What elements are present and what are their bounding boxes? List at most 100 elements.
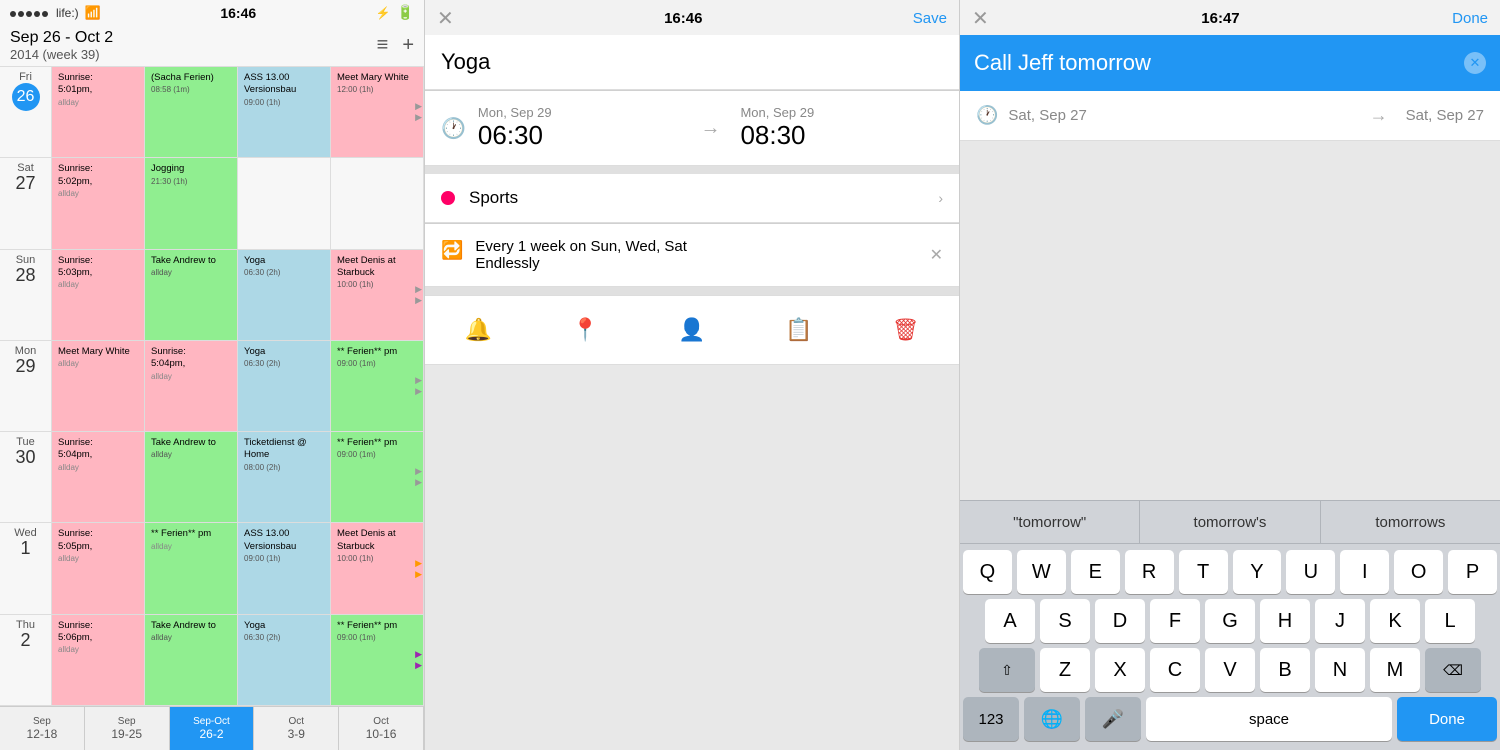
- cal-cell-tue-3[interactable]: Ticketdienst @ Home08:00 (2h): [238, 432, 331, 523]
- event-title-input[interactable]: [441, 49, 943, 75]
- autocomplete-option-2[interactable]: tomorrow's: [1140, 501, 1320, 543]
- key-A[interactable]: A: [985, 599, 1035, 643]
- cal-cell-wed-2[interactable]: ** Ferien** pmallday: [145, 523, 238, 614]
- event-datetime-row[interactable]: 🕐 Mon, Sep 29 06:30 → Mon, Sep 29 08:30: [425, 91, 959, 166]
- key-Z[interactable]: Z: [1040, 648, 1090, 692]
- key-G[interactable]: G: [1205, 599, 1255, 643]
- cal-cell-thu-2[interactable]: Take Andrew toallday: [145, 615, 238, 706]
- day-label-sun28[interactable]: Sun 28: [0, 250, 52, 341]
- reminder-done-button[interactable]: Done: [1452, 10, 1488, 27]
- autocomplete-option-1[interactable]: "tomorrow": [960, 501, 1140, 543]
- event-cancel-button[interactable]: ✕: [437, 6, 454, 31]
- key-C[interactable]: C: [1150, 648, 1200, 692]
- key-W[interactable]: W: [1017, 550, 1066, 594]
- cal-cell-tue-2[interactable]: Take Andrew toallday: [145, 432, 238, 523]
- key-Q[interactable]: Q: [963, 550, 1012, 594]
- cal-cell-fri-4[interactable]: Meet Mary White12:00 (1h) ▶▶: [331, 67, 424, 158]
- day-label-thu2[interactable]: Thu 2: [0, 615, 52, 706]
- cal-cell-sat-1[interactable]: Sunrise:5:02pm,allday: [52, 158, 145, 249]
- delete-button[interactable]: 🗑: [884, 308, 928, 352]
- key-N[interactable]: N: [1315, 648, 1365, 692]
- cal-cell-mon-1[interactable]: Meet Mary Whiteallday: [52, 341, 145, 432]
- key-H[interactable]: H: [1260, 599, 1310, 643]
- space-key[interactable]: space: [1146, 697, 1392, 741]
- key-B[interactable]: B: [1260, 648, 1310, 692]
- key-D[interactable]: D: [1095, 599, 1145, 643]
- key-P[interactable]: P: [1448, 550, 1497, 594]
- cal-cell-sat-2[interactable]: Jogging21:30 (1h): [145, 158, 238, 249]
- backspace-key[interactable]: ⌫: [1425, 648, 1481, 692]
- week-tab-1016[interactable]: Oct 10-16: [339, 707, 424, 750]
- week-tab-262[interactable]: Sep-Oct 26-2: [170, 707, 255, 750]
- week-tab-39[interactable]: Oct 3-9: [254, 707, 339, 750]
- key-T[interactable]: T: [1179, 550, 1228, 594]
- week-tab-1925[interactable]: Sep 19-25: [85, 707, 170, 750]
- cal-cell-sun-4[interactable]: Meet Denis at Starbuck10:00 (1h) ▶▶: [331, 250, 424, 341]
- key-X[interactable]: X: [1095, 648, 1145, 692]
- cal-cell-fri-1[interactable]: Sunrise:5:01pm,allday: [52, 67, 145, 158]
- week-tab-1218[interactable]: Sep 12-18: [0, 707, 85, 750]
- event-calendar-row[interactable]: Sports ›: [425, 174, 959, 223]
- cal-cell-fri-3[interactable]: ASS 13.00 Versionsbau09:00 (1h): [238, 67, 331, 158]
- cal-cell-sun-2[interactable]: Take Andrew toallday: [145, 250, 238, 341]
- event-save-button[interactable]: Save: [913, 10, 947, 27]
- key-S[interactable]: S: [1040, 599, 1090, 643]
- cal-cell-wed-1[interactable]: Sunrise:5:05pm,allday: [52, 523, 145, 614]
- add-event-icon[interactable]: +: [402, 34, 414, 57]
- event-sacha-fri: (Sacha Ferien)08:58 (1m): [148, 70, 234, 99]
- cal-cell-wed-3[interactable]: ASS 13.00 Versionsbau09:00 (1h): [238, 523, 331, 614]
- cal-cell-sat-3[interactable]: [238, 158, 331, 249]
- cal-cell-mon-2[interactable]: Sunrise:5:04pm,allday: [145, 341, 238, 432]
- reminder-cancel-button[interactable]: ✕: [972, 6, 989, 31]
- notes-button[interactable]: 📋: [777, 308, 821, 352]
- key-L[interactable]: L: [1425, 599, 1475, 643]
- event-repeat-row[interactable]: 🔁 Every 1 week on Sun, Wed, Sat Endlessl…: [425, 224, 959, 287]
- reminder-clear-button[interactable]: ✕: [1464, 52, 1486, 74]
- key-J[interactable]: J: [1315, 599, 1365, 643]
- autocomplete-option-3[interactable]: tomorrows: [1321, 501, 1500, 543]
- key-Y[interactable]: Y: [1233, 550, 1282, 594]
- cal-cell-fri-2[interactable]: (Sacha Ferien)08:58 (1m): [145, 67, 238, 158]
- key-E[interactable]: E: [1071, 550, 1120, 594]
- key-U[interactable]: U: [1286, 550, 1335, 594]
- calendar-title: Sep 26 - Oct 2 2014 (week 39): [10, 29, 377, 62]
- cal-cell-mon-3[interactable]: Yoga06:30 (2h): [238, 341, 331, 432]
- menu-icon[interactable]: ≡: [377, 34, 389, 57]
- reminder-text-input[interactable]: [974, 50, 1456, 76]
- mic-key[interactable]: 🎤: [1085, 697, 1141, 741]
- cal-cell-sun-3[interactable]: Yoga06:30 (2h): [238, 250, 331, 341]
- key-F[interactable]: F: [1150, 599, 1200, 643]
- alarm-button[interactable]: 🔔: [456, 308, 500, 352]
- location-button[interactable]: 📍: [563, 308, 607, 352]
- day-label-fri26[interactable]: Fri 26: [0, 67, 52, 158]
- key-O[interactable]: O: [1394, 550, 1443, 594]
- person-button[interactable]: 👤: [670, 308, 714, 352]
- day-label-wed1[interactable]: Wed 1: [0, 523, 52, 614]
- day-label-mon29[interactable]: Mon 29: [0, 341, 52, 432]
- done-key[interactable]: Done: [1397, 697, 1497, 741]
- shift-key[interactable]: ⇧: [979, 648, 1035, 692]
- key-V[interactable]: V: [1205, 648, 1255, 692]
- key-M[interactable]: M: [1370, 648, 1420, 692]
- cal-cell-thu-1[interactable]: Sunrise:5:06pm,allday: [52, 615, 145, 706]
- cal-cell-thu-3[interactable]: Yoga06:30 (2h): [238, 615, 331, 706]
- globe-key[interactable]: 🌐: [1024, 697, 1080, 741]
- day-label-sat27[interactable]: Sat 27: [0, 158, 52, 249]
- cal-cell-sun-1[interactable]: Sunrise:5:03pm,allday: [52, 250, 145, 341]
- event-toolbar: 🔔 📍 👤 📋 🗑: [425, 295, 959, 365]
- key-K[interactable]: K: [1370, 599, 1420, 643]
- number-key[interactable]: 123: [963, 697, 1019, 741]
- cal-cell-mon-4[interactable]: ** Ferien** pm09:00 (1m) ▶▶: [331, 341, 424, 432]
- cal-cell-sat-4[interactable]: [331, 158, 424, 249]
- key-I[interactable]: I: [1340, 550, 1389, 594]
- repeat-close-icon[interactable]: ✕: [930, 245, 943, 265]
- cal-cell-wed-4[interactable]: Meet Denis at Starbuck10:00 (1h) ▶▶: [331, 523, 424, 614]
- cal-cell-tue-4[interactable]: ** Ferien** pm09:00 (1m) ▶▶: [331, 432, 424, 523]
- cal-cell-thu-4[interactable]: ** Ferien** pm09:00 (1m) ▶▶: [331, 615, 424, 706]
- event-sunrise-fri: Sunrise:5:01pm,allday: [55, 70, 141, 111]
- clock-icon: 🕐: [441, 116, 466, 141]
- reminder-datetime-row[interactable]: 🕐 Sat, Sep 27 → Sat, Sep 27: [960, 91, 1500, 141]
- day-label-tue30[interactable]: Tue 30: [0, 432, 52, 523]
- cal-cell-tue-1[interactable]: Sunrise:5:04pm,allday: [52, 432, 145, 523]
- key-R[interactable]: R: [1125, 550, 1174, 594]
